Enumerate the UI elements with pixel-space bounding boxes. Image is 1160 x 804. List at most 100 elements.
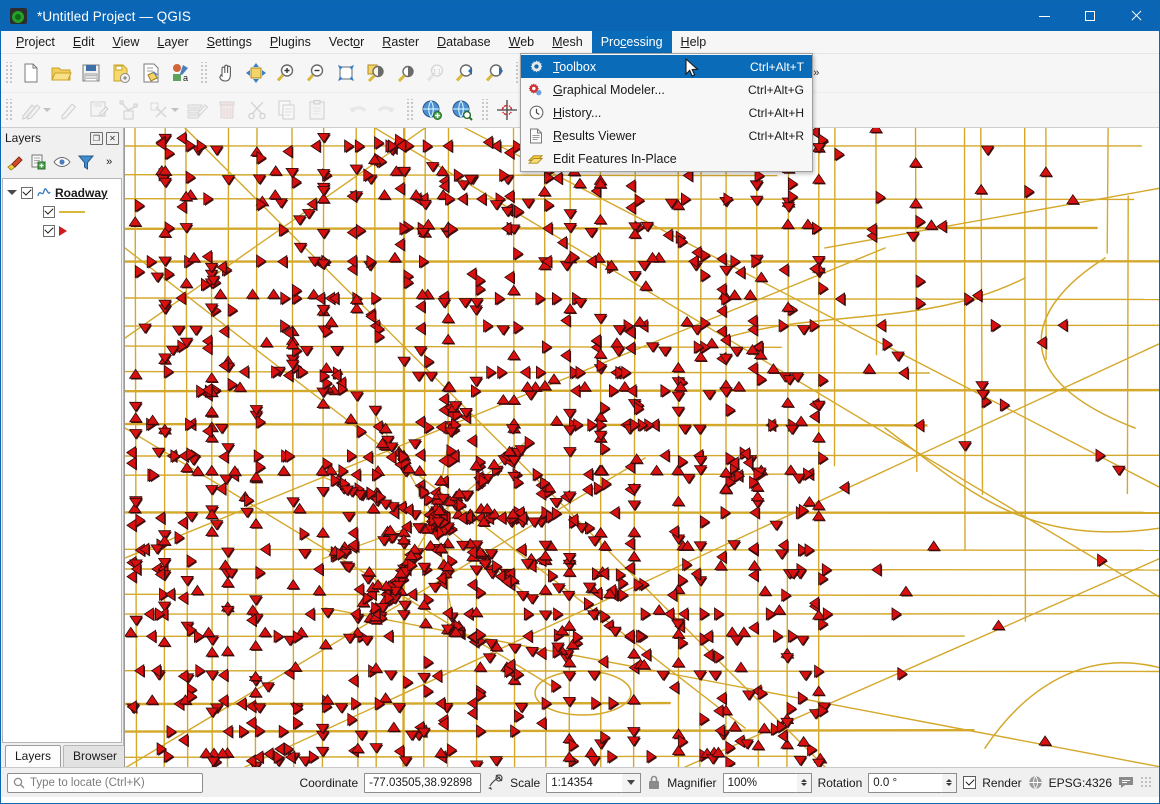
new-project-button[interactable] xyxy=(16,58,46,88)
toolbar-grip-web[interactable] xyxy=(405,99,414,121)
copy-features-button xyxy=(272,95,302,125)
metasearch-button[interactable] xyxy=(447,95,477,125)
style-manager-button[interactable]: a xyxy=(166,58,196,88)
layers-panel-toolbar: » xyxy=(1,148,123,176)
menu-mesh[interactable]: Mesh xyxy=(543,31,592,53)
locator-search-input[interactable]: Type to locate (Ctrl+K) xyxy=(7,773,203,793)
layers-more-button[interactable]: » xyxy=(98,151,120,173)
pencil-icon xyxy=(58,99,80,121)
panel-tab-layers[interactable]: Layers xyxy=(5,745,61,767)
messages-bubble-icon[interactable] xyxy=(1118,775,1134,790)
menu-web[interactable]: Web xyxy=(500,31,543,53)
layers-panel: Layers ❐ ✕ xyxy=(1,128,124,767)
toolbar-grip-digitizing[interactable] xyxy=(4,99,13,121)
coordinate-field[interactable]: -77.03505,38.92898 xyxy=(364,773,481,793)
menu-item-graphical-modeler[interactable]: Graphical Modeler... Ctrl+Alt+G xyxy=(521,78,812,101)
gear-icon xyxy=(527,58,545,76)
menu-processing[interactable]: Processing xyxy=(592,31,672,53)
zoom-out-button[interactable] xyxy=(301,58,331,88)
legend-row-line[interactable] xyxy=(3,202,121,221)
extents-toggle-icon[interactable] xyxy=(487,774,504,791)
delete-selected-button xyxy=(212,95,242,125)
maximize-button[interactable] xyxy=(1067,1,1113,31)
menu-help[interactable]: Help xyxy=(672,31,716,53)
toolbar-grip-georef[interactable] xyxy=(480,99,489,121)
close-panel-button[interactable]: ✕ xyxy=(106,132,119,145)
expand-collapse-icon[interactable] xyxy=(7,190,17,195)
menu-edit[interactable]: Edit xyxy=(64,31,104,53)
menu-item-history[interactable]: History... Ctrl+Alt+H xyxy=(521,101,812,124)
menu-raster[interactable]: Raster xyxy=(373,31,428,53)
menu-project[interactable]: PProjectroject xyxy=(7,31,64,53)
save-project-as-button[interactable] xyxy=(106,58,136,88)
menu-vector[interactable]: Vector xyxy=(320,31,373,53)
menu-item-toolbox[interactable]: Toolbox Ctrl+Alt+T xyxy=(521,55,812,78)
save-layer-edits-button xyxy=(84,95,114,125)
title-bar: *Untitled Project — QGIS xyxy=(1,1,1159,31)
undock-panel-button[interactable]: ❐ xyxy=(90,132,103,145)
crs-label[interactable]: EPSG:4326 xyxy=(1049,776,1112,790)
pencils-icon xyxy=(20,99,42,121)
zoom-out-icon xyxy=(305,62,327,84)
window-title: *Untitled Project — QGIS xyxy=(37,9,191,24)
undo-button xyxy=(342,95,372,125)
zoom-last-button[interactable] xyxy=(451,58,481,88)
clock-icon xyxy=(527,104,545,122)
menu-layer[interactable]: Layer xyxy=(148,31,197,53)
close-button[interactable] xyxy=(1113,1,1159,31)
zoom-next-button[interactable] xyxy=(481,58,511,88)
open-project-button[interactable] xyxy=(46,58,76,88)
georeferencer-button[interactable] xyxy=(492,95,522,125)
pan-map-button[interactable] xyxy=(211,58,241,88)
panel-tab-bar: Layers Browser xyxy=(1,743,123,767)
zoom-full-button[interactable] xyxy=(331,58,361,88)
toolbar-grip-navigation[interactable] xyxy=(199,62,208,84)
legend-line-checkbox[interactable] xyxy=(43,206,55,218)
redo-button xyxy=(372,95,402,125)
processing-menu[interactable]: Toolbox Ctrl+Alt+T Graphical Modeler... … xyxy=(520,53,813,172)
manage-map-themes-button[interactable] xyxy=(51,151,73,173)
rotation-spinner[interactable] xyxy=(942,773,957,793)
menu-item-edit-features-in-place[interactable]: Edit Features In-Place xyxy=(521,147,812,170)
minimize-button[interactable] xyxy=(1021,1,1067,31)
layer-tree-item-roadway[interactable]: Roadway xyxy=(3,183,121,202)
add-group-button[interactable] xyxy=(28,151,50,173)
menu-view[interactable]: View xyxy=(103,31,148,53)
menu-item-results-viewer[interactable]: Results Viewer Ctrl+Alt+R xyxy=(521,124,812,147)
scale-field[interactable]: 1:14354 xyxy=(546,773,622,793)
legend-row-marker[interactable] xyxy=(3,221,121,240)
toolbar-grip[interactable] xyxy=(4,62,13,84)
zoom-in-button[interactable] xyxy=(271,58,301,88)
menu-settings[interactable]: Settings xyxy=(198,31,261,53)
globe-icon[interactable] xyxy=(1028,775,1043,790)
rotation-field[interactable]: 0.0 ° xyxy=(868,773,942,793)
menu-database[interactable]: Database xyxy=(428,31,500,53)
layout-icon xyxy=(140,62,162,84)
add-wms-layer-button[interactable] xyxy=(417,95,447,125)
panel-tab-browser[interactable]: Browser xyxy=(63,745,127,767)
layer-tree[interactable]: Roadway xyxy=(2,178,122,743)
map-canvas[interactable] xyxy=(124,128,1159,767)
new-print-layout-button[interactable] xyxy=(136,58,166,88)
zoom-to-selection-button[interactable] xyxy=(361,58,391,88)
layers-panel-header: Layers ❐ ✕ xyxy=(1,128,123,148)
pan-to-selection-button[interactable] xyxy=(241,58,271,88)
save-project-button[interactable] xyxy=(76,58,106,88)
render-checkbox[interactable] xyxy=(963,776,976,789)
menu-plugins[interactable]: Plugins xyxy=(261,31,320,53)
magnifier-spinner[interactable] xyxy=(797,773,812,793)
modify-attributes-button xyxy=(182,95,212,125)
scale-dropdown-button[interactable] xyxy=(622,773,641,793)
resize-grip[interactable] xyxy=(1140,776,1153,789)
zoom-to-layer-button[interactable] xyxy=(391,58,421,88)
magnifier-field[interactable]: 100% xyxy=(723,773,797,793)
layer-name-label: Roadway xyxy=(55,186,108,200)
legend-marker-symbol xyxy=(59,226,67,236)
open-layer-styling-button[interactable] xyxy=(4,151,26,173)
legend-marker-checkbox[interactable] xyxy=(43,225,55,237)
multi-edit-icon xyxy=(186,99,208,121)
padlock-icon[interactable] xyxy=(647,774,661,791)
layer-visibility-checkbox[interactable] xyxy=(21,187,33,199)
save-disk-icon xyxy=(80,62,102,84)
filter-legend-button[interactable] xyxy=(75,151,97,173)
